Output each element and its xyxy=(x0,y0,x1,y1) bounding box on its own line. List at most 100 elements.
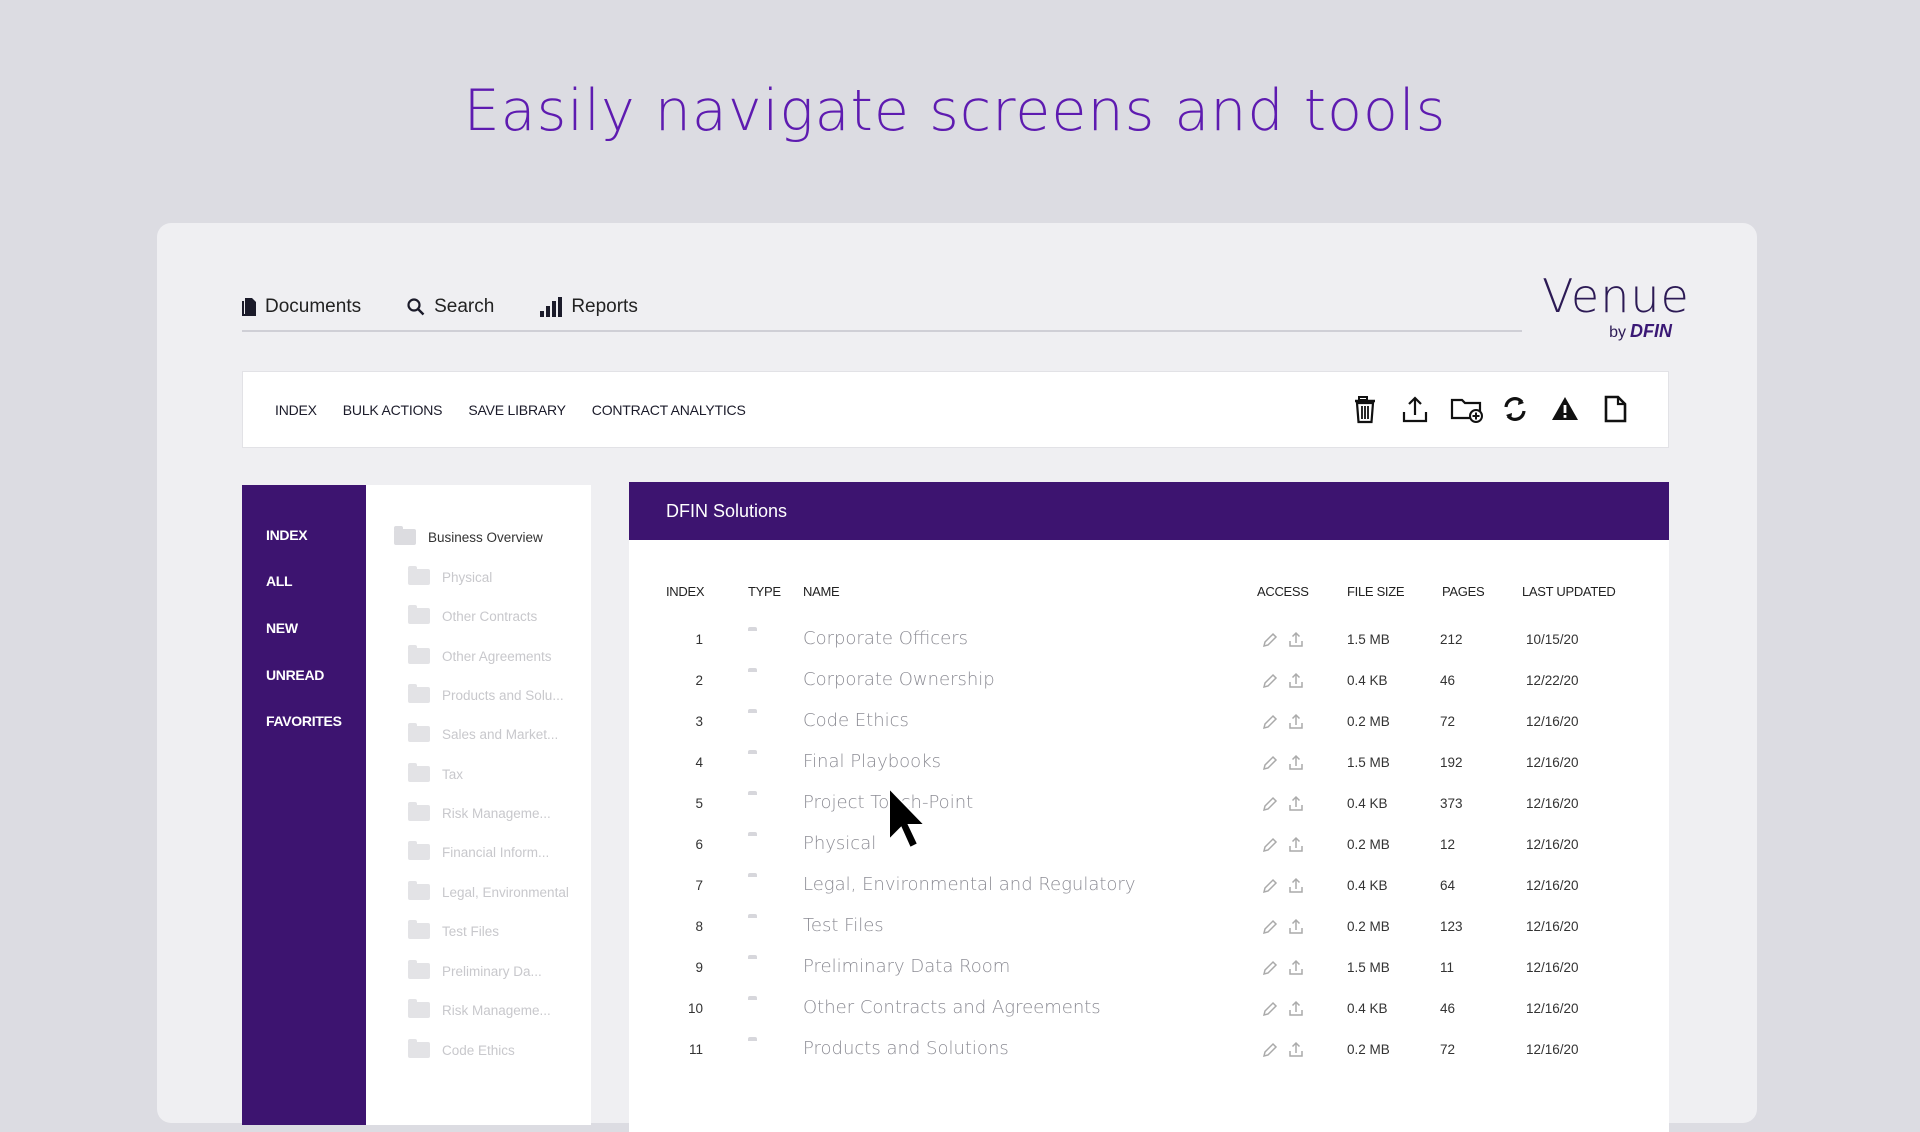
edit-pencil-icon[interactable] xyxy=(1262,877,1278,894)
row-name[interactable]: Products and Solutions xyxy=(803,1038,1009,1059)
upload-icon[interactable] xyxy=(1288,672,1304,689)
row-pages: 46 xyxy=(1440,1001,1456,1016)
row-name[interactable]: Legal, Environmental and Regulatory xyxy=(803,874,1135,895)
sidebar-item-unread[interactable]: UNREAD xyxy=(266,667,324,683)
upload-icon[interactable] xyxy=(1288,1000,1304,1017)
sidebar-item-favorites[interactable]: FAVORITES xyxy=(266,713,342,729)
edit-pencil-icon[interactable] xyxy=(1262,713,1278,730)
tab-search[interactable]: Search xyxy=(407,296,494,318)
col-last-updated[interactable]: LAST UPDATED xyxy=(1522,584,1616,599)
row-pages: 72 xyxy=(1440,714,1456,729)
tree-item[interactable]: Test Files xyxy=(408,920,499,939)
new-folder-icon[interactable] xyxy=(1450,394,1483,424)
row-access xyxy=(1262,754,1304,771)
refresh-icon[interactable] xyxy=(1500,394,1530,424)
venue-logo: Venue by DFIN xyxy=(1542,273,1689,342)
edit-pencil-icon[interactable] xyxy=(1262,754,1278,771)
sidebar-item-all[interactable]: ALL xyxy=(266,573,293,589)
sidebar-item-index[interactable]: INDEX xyxy=(266,527,308,543)
table-row[interactable]: 10 Other Contracts and Agreements 0.4 KB 46… xyxy=(629,991,1669,1032)
toolbar-save-library[interactable]: SAVE LIBRARY xyxy=(468,402,566,418)
upload-icon[interactable] xyxy=(1288,631,1304,648)
tree-item[interactable]: Tax xyxy=(408,763,463,782)
toolbar-contract-analytics[interactable]: CONTRACT ANALYTICS xyxy=(592,402,746,418)
row-access xyxy=(1262,795,1304,812)
row-index: 6 xyxy=(695,837,703,852)
row-name[interactable]: Preliminary Data Room xyxy=(803,956,1010,977)
table-row[interactable]: 3 Code Ethics 0.2 MB 72 12/16/20 xyxy=(629,704,1669,745)
row-name[interactable]: Test Files xyxy=(803,915,884,936)
tree-item-label: Financial Inform... xyxy=(442,844,550,860)
upload-icon[interactable] xyxy=(1288,877,1304,894)
col-pages[interactable]: PAGES xyxy=(1442,584,1485,599)
row-name[interactable]: Physical xyxy=(803,833,876,854)
col-index[interactable]: INDEX xyxy=(666,584,705,599)
table-row[interactable]: 7 Legal, Environmental and Regulatory 0.4 … xyxy=(629,868,1669,909)
col-file-size[interactable]: FILE SIZE xyxy=(1347,584,1405,599)
toolbar-index[interactable]: INDEX xyxy=(275,402,317,418)
tab-reports[interactable]: Reports xyxy=(540,296,638,318)
upload-icon[interactable] xyxy=(1288,959,1304,976)
tree-item[interactable]: Code Ethics xyxy=(408,1039,515,1058)
toolbar-bulk-actions[interactable]: BULK ACTIONS xyxy=(343,402,443,418)
edit-pencil-icon[interactable] xyxy=(1262,795,1278,812)
tree-item[interactable]: Physical xyxy=(408,566,493,585)
row-name[interactable]: Code Ethics xyxy=(803,710,909,731)
edit-pencil-icon[interactable] xyxy=(1262,836,1278,853)
upload-icon[interactable] xyxy=(1288,1041,1304,1058)
tree-item[interactable]: Other Agreements xyxy=(408,645,552,664)
col-access[interactable]: ACCESS xyxy=(1257,584,1309,599)
row-last-updated: 12/16/20 xyxy=(1526,837,1579,852)
sidebar-item-new[interactable]: NEW xyxy=(266,620,298,636)
edit-pencil-icon[interactable] xyxy=(1262,959,1278,976)
tree-item[interactable]: Preliminary Da... xyxy=(408,960,542,979)
upload-icon[interactable] xyxy=(1288,918,1304,935)
table-row[interactable]: 11 Products and Solutions 0.2 MB 72 12/16/20 xyxy=(629,1032,1669,1073)
table-row[interactable]: 9 Preliminary Data Room 1.5 MB 11 12/16/20 xyxy=(629,950,1669,991)
tree-item[interactable]: Products and Solu... xyxy=(408,684,564,703)
table-row[interactable]: 1 Corporate Officers 1.5 MB 212 10/15/20 xyxy=(629,622,1669,663)
upload-icon[interactable] xyxy=(1288,795,1304,812)
table-row[interactable]: 2 Corporate Ownership 0.4 KB 46 12/22/20 xyxy=(629,663,1669,704)
table-row[interactable]: 5 Project Touch-Point 0.4 KB 373 12/16/20 xyxy=(629,786,1669,827)
edit-pencil-icon[interactable] xyxy=(1262,1000,1278,1017)
tree-item[interactable]: Risk Manageme... xyxy=(408,999,551,1018)
tab-documents[interactable]: Documents xyxy=(242,296,361,318)
upload-icon[interactable] xyxy=(1288,754,1304,771)
edit-pencil-icon[interactable] xyxy=(1262,1041,1278,1058)
col-type[interactable]: TYPE xyxy=(748,584,781,599)
tree-item[interactable]: Business Overview xyxy=(394,526,543,545)
warning-icon[interactable] xyxy=(1550,394,1580,424)
row-name[interactable]: Other Contracts and Agreements xyxy=(803,997,1101,1018)
row-last-updated: 12/16/20 xyxy=(1526,1001,1579,1016)
table-row[interactable]: 4 Final Playbooks 1.5 MB 192 12/16/20 xyxy=(629,745,1669,786)
row-file-size: 0.2 MB xyxy=(1347,1042,1390,1057)
table-row[interactable]: 8 Test Files 0.2 MB 123 12/16/20 xyxy=(629,909,1669,950)
table-row[interactable]: 6 Physical 0.2 MB 12 12/16/20 xyxy=(629,827,1669,868)
folder-icon xyxy=(408,1039,430,1058)
row-name[interactable]: Corporate Ownership xyxy=(803,669,995,690)
upload-icon[interactable] xyxy=(1400,394,1430,424)
tree-item-label: Legal, Environmental xyxy=(442,884,569,900)
tree-item-label: Physical xyxy=(442,569,493,585)
tree-item[interactable]: Sales and Market... xyxy=(408,723,558,742)
edit-pencil-icon[interactable] xyxy=(1262,918,1278,935)
row-index: 2 xyxy=(695,673,703,688)
tree-item[interactable]: Financial Inform... xyxy=(408,841,550,860)
col-name[interactable]: NAME xyxy=(803,584,840,599)
row-name[interactable]: Final Playbooks xyxy=(803,751,941,772)
tree-item[interactable]: Legal, Environmental xyxy=(408,881,569,900)
row-file-size: 1.5 MB xyxy=(1347,960,1390,975)
row-name[interactable]: Corporate Officers xyxy=(803,628,968,649)
folder-icon xyxy=(408,684,430,703)
tree-item[interactable]: Other Contracts xyxy=(408,605,537,624)
top-navigation: Documents Search Reports xyxy=(242,296,684,318)
upload-icon[interactable] xyxy=(1288,836,1304,853)
trash-icon[interactable] xyxy=(1350,394,1380,424)
document-icon[interactable] xyxy=(1600,394,1630,424)
edit-pencil-icon[interactable] xyxy=(1262,631,1278,648)
tree-item[interactable]: Risk Manageme... xyxy=(408,802,551,821)
row-index: 1 xyxy=(695,632,703,647)
upload-icon[interactable] xyxy=(1288,713,1304,730)
edit-pencil-icon[interactable] xyxy=(1262,672,1278,689)
